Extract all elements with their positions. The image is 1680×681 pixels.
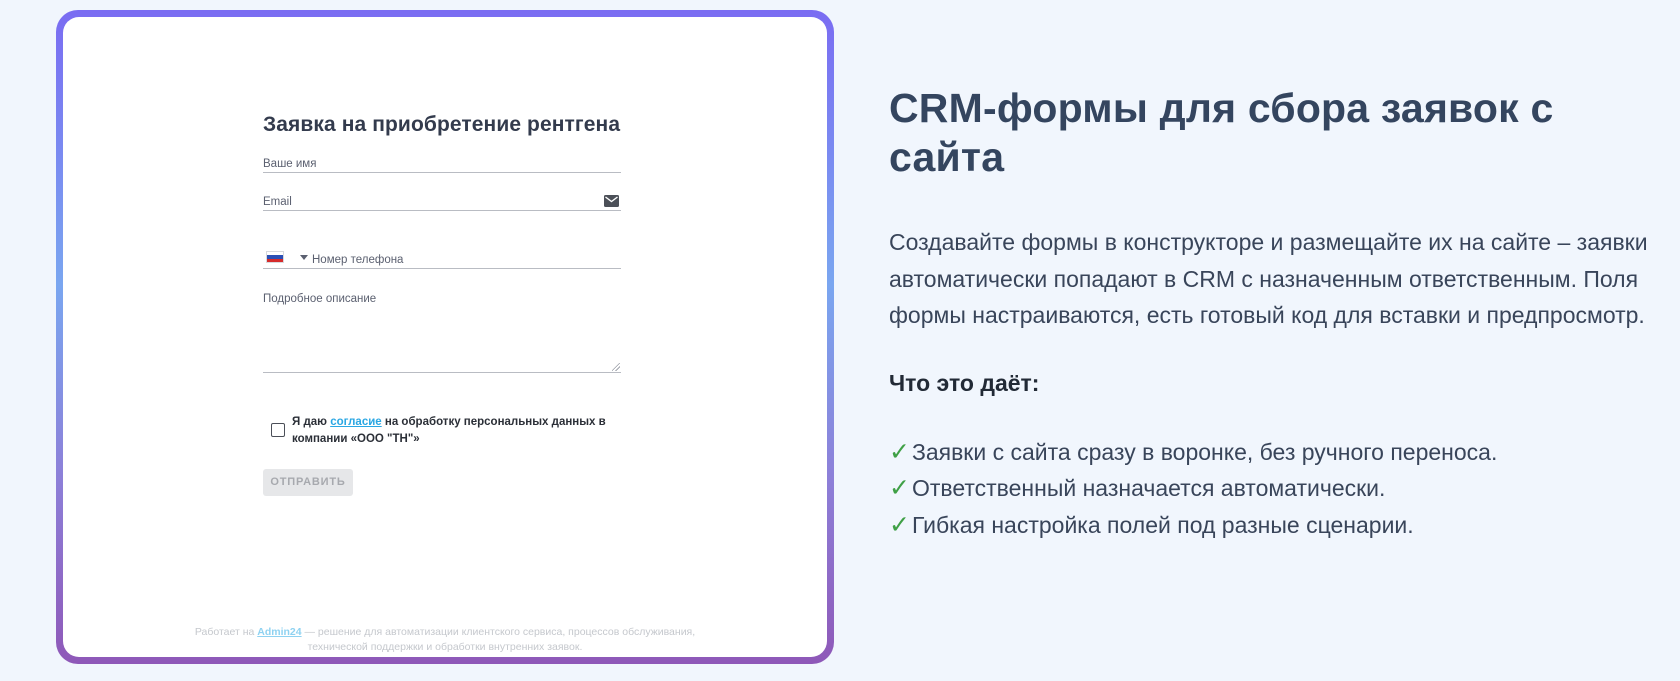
submit-button[interactable]: ОТПРАВИТЬ	[263, 469, 353, 496]
check-icon: ✓	[889, 510, 910, 539]
check-icon: ✓	[889, 474, 910, 502]
info-column: CRM-формы для сбора заявок с сайта Созда…	[889, 84, 1649, 543]
description-placeholder: Подробное описание	[263, 293, 377, 305]
benefit-text: Гибкая настройка полей под разные сценар…	[911, 511, 1414, 538]
footer-prefix: Работает на	[194, 626, 258, 638]
consent-row: Я даю согласие на обработку персональных…	[263, 411, 621, 451]
email-field[interactable]: Email	[263, 187, 621, 211]
page: Заявка на приобретение рентгена Ваше имя…	[0, 0, 1680, 681]
phone-field[interactable]: Номер телефона	[263, 241, 621, 269]
footer-line-1: Работает на Admin24 — решение для автома…	[63, 625, 827, 640]
footer-link[interactable]: Admin24	[257, 626, 301, 638]
footer-line-2: технической поддержки и обработки внутре…	[307, 641, 583, 653]
russia-flag-icon[interactable]	[266, 251, 284, 263]
name-placeholder: Ваше имя	[263, 158, 317, 170]
benefits-title: Что это даёт:	[889, 369, 1040, 396]
description-textarea[interactable]: Подробное описание	[263, 293, 621, 373]
lead-form: Заявка на приобретение рентгена Ваше имя…	[263, 113, 621, 496]
benefit-item: ✓ Заявки с сайта сразу в воронке, без руч…	[889, 434, 1649, 471]
consent-checkbox[interactable]	[271, 423, 285, 437]
benefit-text: Заявки с сайта сразу в воронке, без ручн…	[911, 438, 1498, 465]
benefit-item: ✓ Ответственный назначается автоматически…	[889, 470, 1649, 507]
email-placeholder: Email	[263, 196, 292, 208]
resize-handle-icon[interactable]	[612, 363, 620, 371]
footer-suffix: — решение для автоматизации клиентского …	[301, 626, 696, 638]
benefit-text: Ответственный назначается автоматически.	[911, 475, 1386, 501]
chevron-down-icon[interactable]	[300, 255, 308, 260]
benefits-list: ✓ Заявки с сайта сразу в воронке, без руч…	[889, 434, 1649, 544]
consent-link[interactable]: согласие	[330, 416, 382, 428]
name-field[interactable]: Ваше имя	[263, 149, 621, 173]
form-preview-frame: Заявка на приобретение рентгена Ваше имя…	[56, 10, 834, 664]
phone-placeholder: Номер телефона	[312, 254, 404, 266]
powered-by-footer: Работает на Admin24 — решение для автома…	[63, 625, 827, 655]
headline: CRM-формы для сбора заявок с сайта	[889, 85, 1554, 180]
mail-icon	[604, 195, 619, 207]
check-icon: ✓	[889, 437, 910, 466]
consent-text: Я даю согласие на обработку персональных…	[292, 414, 612, 448]
benefit-item: ✓ Гибкая настройка полей под разные сцена…	[889, 507, 1649, 544]
consent-prefix: Я даю	[292, 416, 331, 428]
form-preview-card: Заявка на приобретение рентгена Ваше имя…	[63, 17, 827, 657]
form-title: Заявка на приобретение рентгена	[263, 113, 621, 136]
description-text: Создавайте формы в конструкторе и размещ…	[889, 229, 1648, 328]
